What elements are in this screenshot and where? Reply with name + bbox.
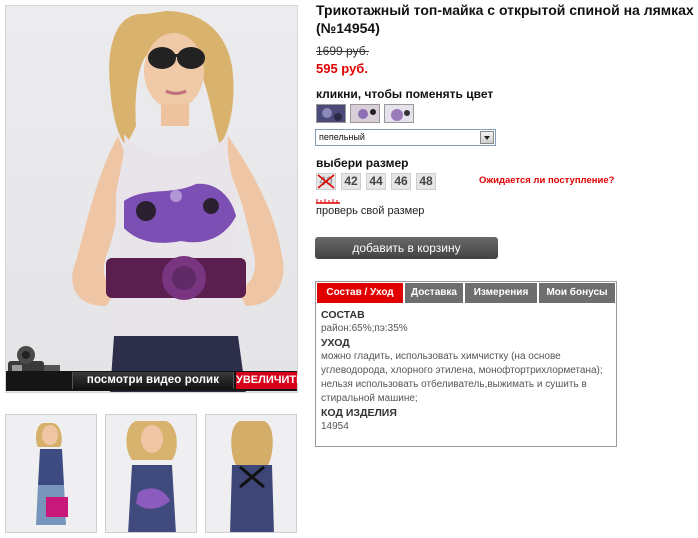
composition-heading: СОСТАВ: [321, 309, 365, 321]
composition-text: район:65%;пэ:35%: [321, 323, 408, 334]
product-info-panel: Состав / Уход Доставка Измерения Мои бон…: [315, 281, 617, 447]
color-swatch-2[interactable]: [350, 104, 380, 123]
unavailable-cross-icon: [317, 174, 335, 189]
model-illustration: [72, 11, 284, 392]
thumbnail-2[interactable]: [105, 414, 197, 533]
color-label: кликни, чтобы поменять цвет: [316, 87, 494, 101]
add-to-cart-button[interactable]: добавить в корзину: [315, 237, 498, 259]
size-46[interactable]: 46: [391, 173, 411, 190]
color-select[interactable]: пепельный: [315, 129, 496, 146]
thumbnail-3[interactable]: [205, 414, 297, 533]
chevron-down-icon[interactable]: [480, 131, 494, 144]
tab-bonuses[interactable]: Мои бонусы: [539, 283, 615, 303]
color-swatch-3[interactable]: [384, 104, 414, 123]
color-select-value: пепельный: [319, 132, 365, 142]
old-price: 1699 руб.: [316, 44, 369, 58]
size-label: выбери размер: [316, 156, 409, 170]
product-title: Трикотажный топ-майка с открытой спиной …: [316, 2, 694, 36]
size-44[interactable]: 44: [366, 173, 386, 190]
care-heading: УХОД: [321, 337, 350, 349]
color-swatch-1[interactable]: [316, 104, 346, 123]
check-size-link[interactable]: проверь свой размер: [316, 205, 424, 217]
watch-video-button[interactable]: посмотри видео ролик: [72, 372, 234, 389]
size-42[interactable]: 42: [341, 173, 361, 190]
code-heading: КОД ИЗДЕЛИЯ: [321, 407, 397, 419]
size-48[interactable]: 48: [416, 173, 436, 190]
care-text: можно гладить, использовать химчистку (н…: [321, 351, 603, 404]
thumbnail-1[interactable]: [5, 414, 97, 533]
product-code: 14954: [321, 421, 349, 432]
main-product-photo[interactable]: [5, 5, 298, 393]
ruler-icon: [316, 199, 340, 204]
tab-content: СОСТАВ район:65%;пэ:35% УХОД можно глади…: [321, 308, 609, 434]
waiting-link[interactable]: Ожидается ли поступление?: [479, 175, 614, 186]
tab-measurements[interactable]: Измерения: [465, 283, 537, 303]
tab-composition[interactable]: Состав / Уход: [317, 283, 403, 303]
zoom-button[interactable]: УВЕЛИЧИТЬ: [236, 372, 304, 389]
new-price: 595 руб.: [316, 61, 368, 76]
tab-delivery[interactable]: Доставка: [405, 283, 463, 303]
